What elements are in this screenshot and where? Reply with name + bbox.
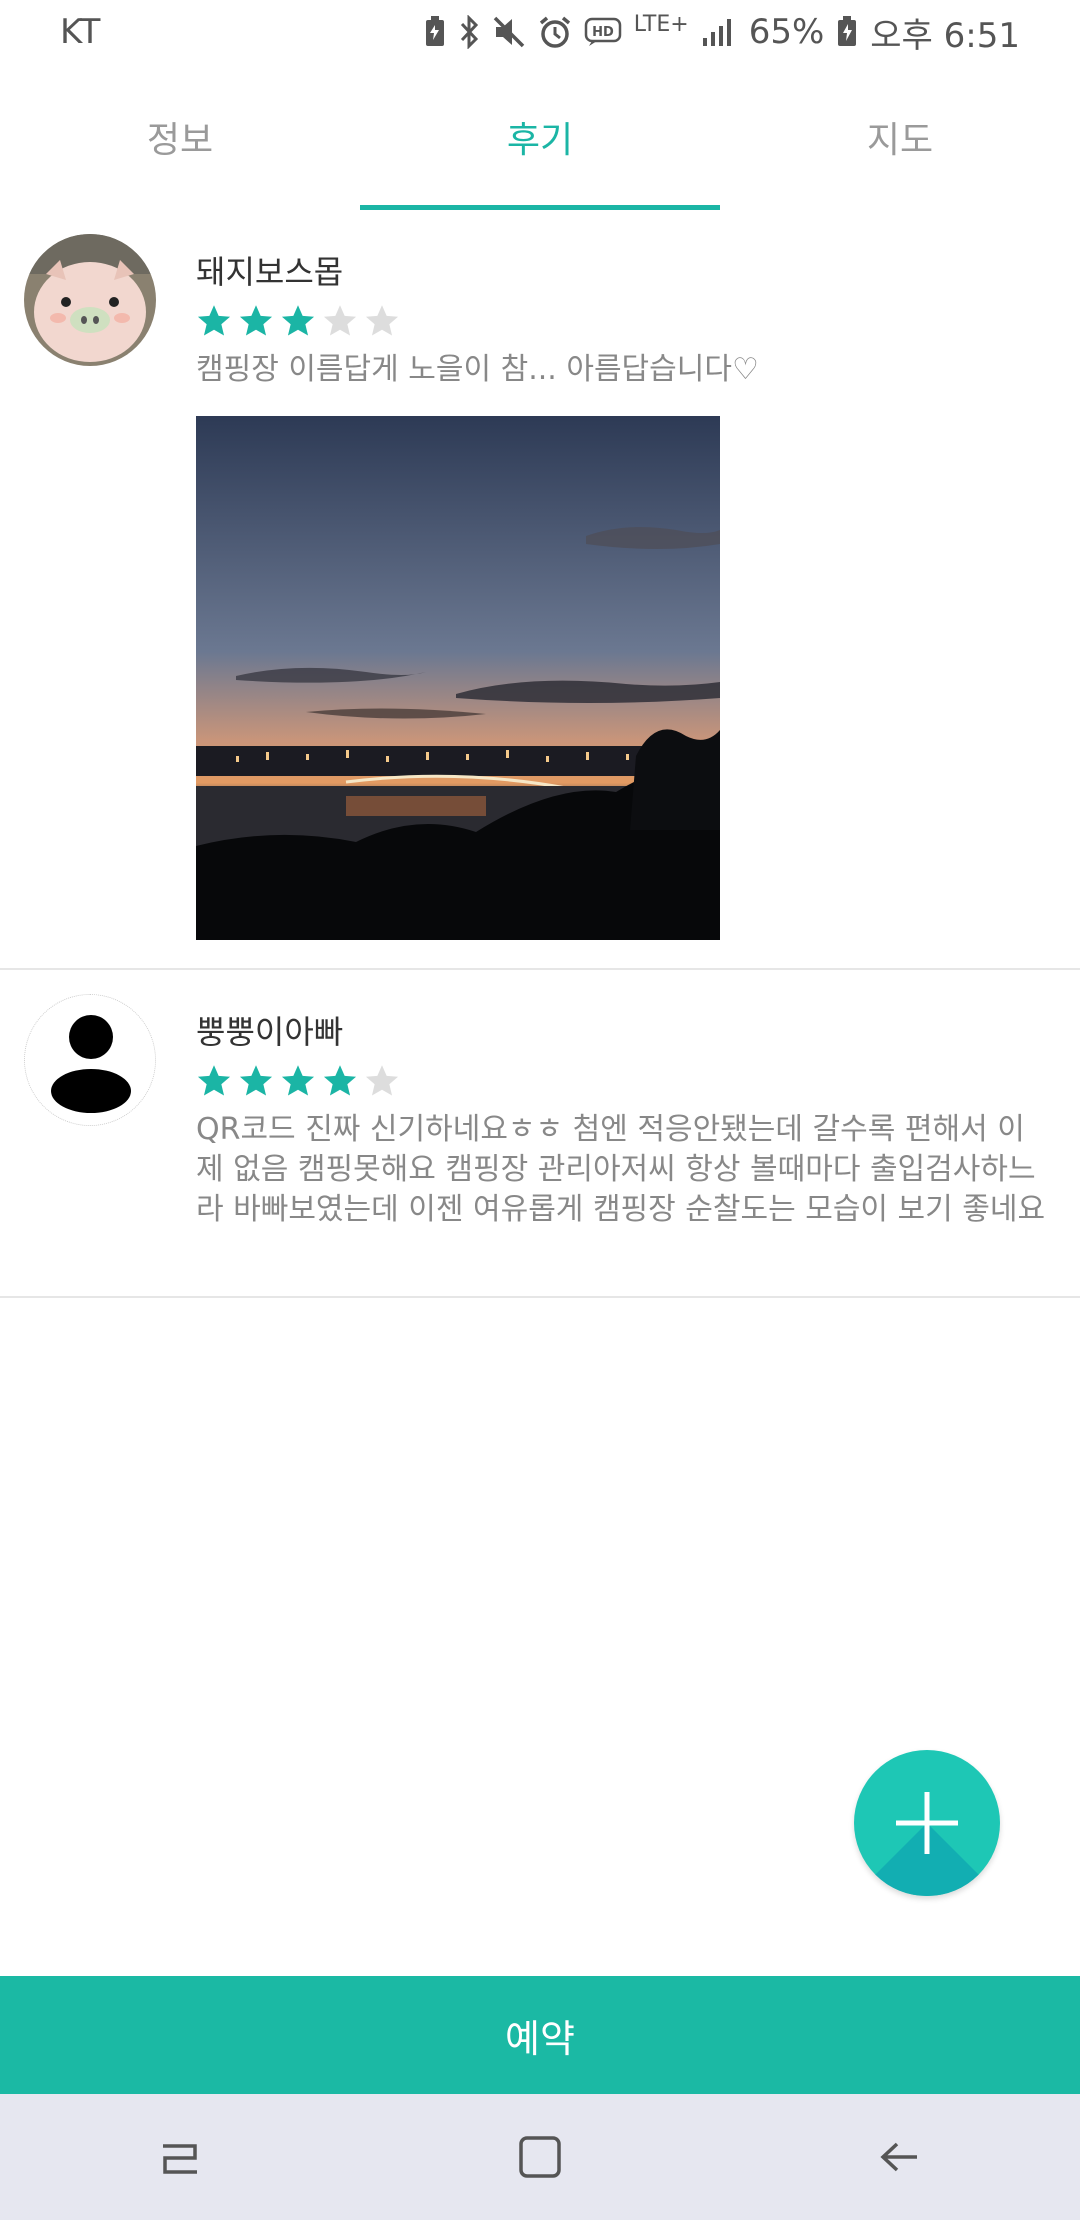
- tab-info[interactable]: 정보: [0, 64, 360, 210]
- star-filled-icon: [239, 305, 273, 336]
- review-photo[interactable]: [196, 416, 720, 940]
- star-filled-icon: [281, 1065, 315, 1096]
- status-icons: HD LTE+ 65% 오후 6:51: [424, 8, 1020, 57]
- review-body: 뿡뿡이아빠 QR코드 진짜 신기하네요ㅎㅎ 첨엔 적응안됐는데 갈수록 편해서 …: [196, 1010, 1050, 1230]
- review-text: QR코드 진짜 신기하네요ㅎㅎ 첨엔 적응안됐는데 갈수록 편해서 이제 없음 …: [196, 1112, 1046, 1227]
- mute-icon: [492, 14, 526, 50]
- battery-saver-icon: [424, 14, 446, 50]
- tab-reviews-label: 후기: [506, 120, 574, 161]
- add-review-button[interactable]: [854, 1750, 1000, 1896]
- alarm-icon: [538, 14, 572, 50]
- star-empty-icon: [323, 305, 357, 336]
- network-label: LTE+: [633, 11, 689, 37]
- review-text: 캠핑장 이름답게 노을이 참... 아름답습니다♡: [196, 352, 759, 387]
- hd-icon: HD: [584, 14, 622, 50]
- carrier-label: KT: [60, 12, 101, 52]
- tab-map-label: 지도: [866, 120, 934, 161]
- avatar[interactable]: [24, 994, 156, 1126]
- review-item: 뿡뿡이아빠 QR코드 진짜 신기하네요ㅎㅎ 첨엔 적응안됐는데 갈수록 편해서 …: [0, 970, 1080, 1298]
- signal-icon: [701, 14, 737, 50]
- tab-bar: 정보 후기 지도: [0, 64, 1080, 210]
- tab-reviews[interactable]: 후기: [360, 64, 720, 210]
- system-nav-bar: [0, 2094, 1080, 2220]
- tab-map[interactable]: 지도: [720, 64, 1080, 210]
- review-item: 돼지보스몹 캠핑장 이름답게 노을이 참... 아름답습니다♡: [0, 210, 1080, 970]
- pig-avatar-image: [24, 234, 156, 366]
- back-icon: [880, 2142, 917, 2172]
- svg-text:HD: HD: [592, 25, 614, 40]
- reserve-button[interactable]: 예약: [0, 1976, 1080, 2094]
- star-filled-icon: [197, 305, 231, 336]
- plus-icon: [896, 1792, 958, 1854]
- bluetooth-icon: [458, 14, 480, 50]
- reserve-button-label: 예약: [505, 2016, 575, 2061]
- default-user-icon: [25, 995, 155, 1125]
- battery-icon: [836, 14, 858, 50]
- home-icon: [519, 2136, 561, 2178]
- rating-stars: [196, 1062, 1050, 1100]
- rating-stars: [196, 302, 1050, 340]
- back-button[interactable]: [840, 2107, 960, 2207]
- star-filled-icon: [323, 1065, 357, 1096]
- star-empty-icon: [365, 1065, 399, 1096]
- sunset-photo-image: [196, 416, 720, 940]
- clock: 오후 6:51: [870, 15, 1020, 56]
- tab-info-label: 정보: [146, 120, 214, 161]
- battery-percent: 65%: [748, 12, 825, 52]
- star-empty-icon: [365, 305, 399, 336]
- avatar[interactable]: [24, 234, 156, 366]
- star-filled-icon: [197, 1065, 231, 1096]
- star-filled-icon: [239, 1065, 273, 1096]
- recents-button[interactable]: [120, 2107, 240, 2207]
- review-body: 돼지보스몹 캠핑장 이름답게 노을이 참... 아름답습니다♡: [196, 250, 1050, 390]
- home-button[interactable]: [480, 2107, 600, 2207]
- reviewer-name: 뿡뿡이아빠: [196, 1013, 344, 1051]
- status-bar: KT HD LTE+ 65% 오후 6:51: [0, 0, 1080, 64]
- star-filled-icon: [281, 305, 315, 336]
- recents-icon: [163, 2144, 197, 2174]
- reviewer-name: 돼지보스몹: [196, 253, 344, 291]
